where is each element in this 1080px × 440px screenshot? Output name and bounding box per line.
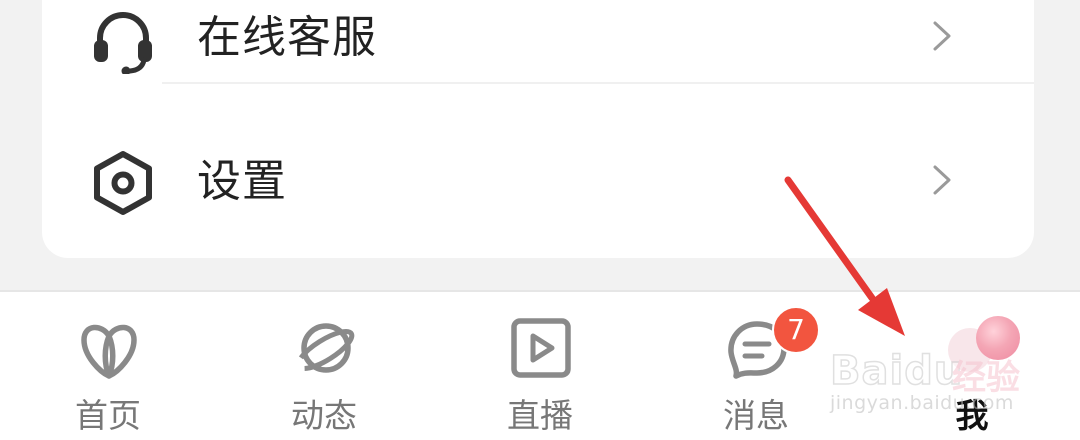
watermark-url: jingyan.baidu.com [830, 392, 1014, 414]
settings-card: 在线客服 设置 [42, 0, 1034, 258]
chevron-right-icon [933, 165, 951, 195]
settings-item[interactable]: 设置 [42, 124, 1034, 234]
tab-moments[interactable]: 动态 [234, 292, 414, 440]
chevron-right-icon [933, 21, 951, 51]
planet-icon [295, 323, 355, 373]
home-logo-icon [81, 324, 137, 379]
tab-home-label: 首页 [75, 396, 141, 435]
settings-label: 设置 [197, 156, 287, 207]
tab-messages-label: 消息 [723, 396, 789, 435]
tab-live[interactable]: 直播 [450, 292, 630, 440]
tab-live-label: 直播 [507, 396, 573, 435]
headset-icon [94, 12, 152, 74]
unread-message-badge: 7 [772, 306, 820, 354]
tab-home[interactable]: 首页 [18, 292, 198, 440]
play-box-icon [511, 318, 571, 378]
tab-messages[interactable]: 7 消息 [666, 292, 846, 440]
watermark-brand: Baidu [829, 347, 964, 395]
settings-hexagon-icon [94, 151, 152, 215]
tab-moments-label: 动态 [291, 396, 357, 435]
online-service-label: 在线客服 [197, 12, 377, 63]
baidu-jingyan-watermark: Baidu 经验 jingyan.baidu.com [826, 340, 1036, 420]
online-service-item[interactable]: 在线客服 [42, 0, 1034, 90]
menu-divider [162, 82, 1034, 84]
